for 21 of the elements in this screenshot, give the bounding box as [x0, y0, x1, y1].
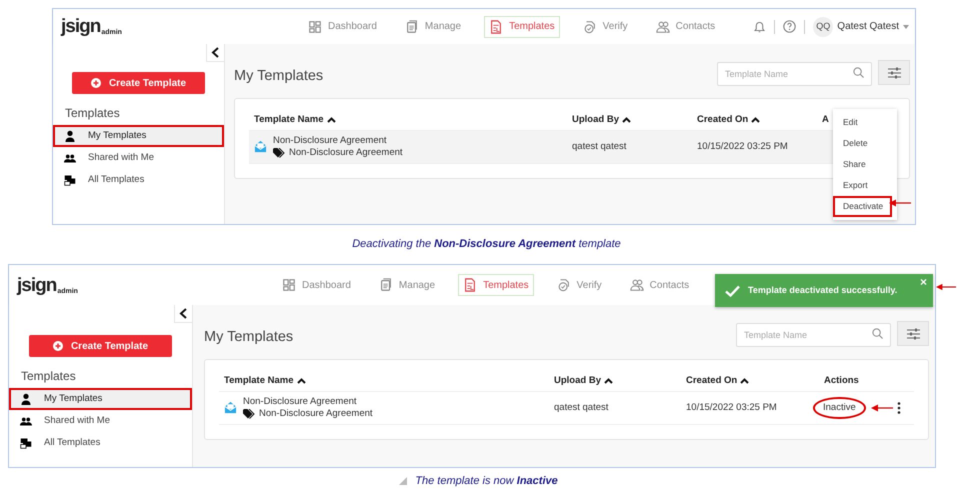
toast-message: Template deactivated successfully. — [748, 284, 898, 297]
template-name: Non-Disclosure Agreement — [243, 396, 358, 408]
page-title: My Templates — [234, 67, 324, 86]
table-cell-text: 10/15/2022 03:25 PM — [697, 140, 789, 154]
logo-text: jsign — [17, 276, 56, 294]
avatar: QQ — [813, 16, 834, 36]
table-cell-text: 10/15/2022 03:25 PM — [686, 400, 778, 415]
template-name: Non-Disclosure Agreement — [273, 134, 388, 147]
status-label: Inactive — [813, 396, 866, 419]
table-cell-text: qatest qatest — [572, 140, 628, 154]
figure-caption: The template is now Inactive — [415, 474, 558, 489]
template-tag: Non-Disclosure Agreement — [259, 408, 373, 420]
sidebar-heading: Templates — [65, 105, 121, 122]
table-cell-text: qatest qatest — [554, 400, 610, 415]
figure-caption: Deactivating the Non-Disclosure Agreement template — [352, 237, 621, 252]
sidebar-heading: Templates — [21, 368, 77, 385]
page-title: My Templates — [204, 328, 294, 347]
column-header: Actions — [824, 374, 859, 388]
column-header: A — [822, 113, 829, 128]
logo-text: jsign — [61, 17, 100, 36]
template-tag: Non-Disclosure Agreement — [289, 146, 403, 159]
